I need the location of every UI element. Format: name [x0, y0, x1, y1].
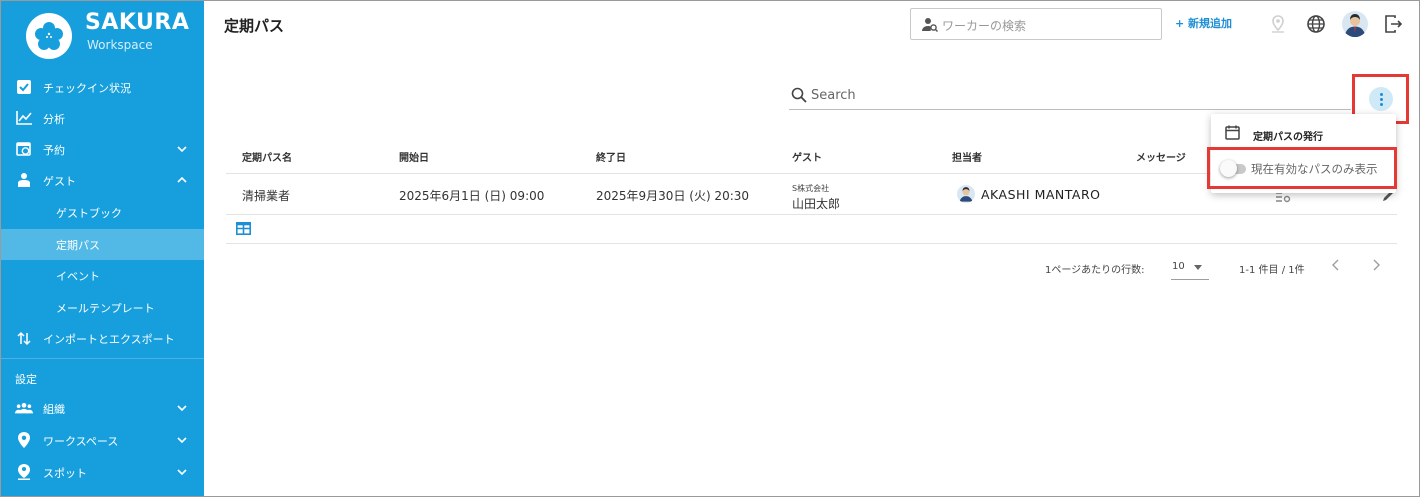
globe-icon[interactable] — [1305, 13, 1327, 35]
sidebar-item-spot[interactable]: スポット — [1, 457, 204, 488]
menu-item-label: 定期パスの発行 — [1253, 132, 1323, 143]
add-new-button[interactable]: + 新規追加 — [1175, 15, 1232, 31]
worker-search-placeholder: ワーカーの検索 — [942, 19, 1027, 33]
search-input[interactable]: Search — [789, 86, 1351, 110]
sidebar-item-label: 組織 — [43, 402, 65, 416]
column-header-start[interactable]: 開始日 — [399, 149, 429, 164]
sidebar-item-label: 分析 — [43, 112, 65, 126]
sidebar-item-organization[interactable]: 組織 — [1, 393, 204, 424]
brand-sub: Workspace — [87, 38, 153, 52]
chevron-down-icon — [177, 146, 187, 153]
sidebar-item-label: チェックイン状況 — [43, 81, 131, 95]
column-header-guest[interactable]: ゲスト — [792, 149, 822, 164]
sidebar-item-analytics[interactable]: 分析 — [1, 103, 204, 134]
menu-item-label: 現在有効なパスのみ表示 — [1251, 162, 1378, 176]
sidebar-item-checkin[interactable]: チェックイン状況 — [1, 72, 204, 103]
sidebar-item-label: 予約 — [43, 143, 65, 157]
dot — [1380, 93, 1383, 96]
column-header-message[interactable]: メッセージ — [1136, 149, 1186, 164]
sidebar-item-label: メールテンプレート — [56, 301, 155, 315]
toggle-knob — [1220, 160, 1237, 177]
guest-icon — [15, 171, 33, 189]
sidebar-item-events[interactable]: イベント — [1, 260, 204, 291]
column-header-staff[interactable]: 担当者 — [952, 149, 982, 164]
column-header-name[interactable]: 定期パス名 — [242, 149, 292, 164]
prev-page-button[interactable] — [1331, 259, 1341, 275]
person-search-icon — [922, 18, 938, 33]
sidebar-divider — [1, 358, 204, 359]
user-avatar[interactable] — [1342, 11, 1368, 37]
chevron-down-icon — [177, 437, 187, 444]
chevron-left-icon — [1332, 259, 1339, 271]
chevron-down-icon — [177, 405, 187, 412]
chart-line-icon — [15, 109, 33, 127]
cell-start-date: 2025年6月1日 (日) 09:00 — [399, 189, 545, 203]
dot — [1380, 103, 1383, 106]
cell-pass-name: 清掃業者 — [242, 189, 291, 203]
cell-guest-company: S株式会社 — [792, 184, 830, 193]
worker-search-input[interactable]: ワーカーの検索 — [910, 8, 1162, 40]
checkbox-icon — [15, 78, 33, 96]
page-range: 1-1 件目 / 1件 — [1239, 265, 1305, 276]
more-options-button[interactable] — [1369, 87, 1393, 111]
sidebar-item-guestbook[interactable]: ゲストブック — [1, 197, 204, 228]
brand[interactable]: SAKURA Workspace — [1, 1, 204, 63]
sidebar-item-workspace[interactable]: ワークスペース — [1, 425, 204, 456]
sidebar-item-mail-template[interactable]: メールテンプレート — [1, 292, 204, 323]
chevron-up-icon — [177, 176, 187, 183]
cell-staff-name: AKASHI MANTARO — [981, 187, 1101, 202]
dropdown-arrow-icon — [1194, 265, 1202, 270]
table-grid-icon[interactable] — [236, 222, 251, 235]
sidebar: SAKURA Workspace チェックイン状況 分析 予約 ゲスト ゲストブ… — [1, 1, 204, 496]
sidebar-item-import-export[interactable]: インポートとエクスポート — [1, 323, 204, 354]
logout-icon[interactable] — [1382, 13, 1404, 35]
calendar-icon — [1225, 125, 1240, 140]
search-icon — [791, 87, 807, 103]
calendar-clock-icon — [15, 140, 33, 158]
app-window: SAKURA Workspace チェックイン状況 分析 予約 ゲスト ゲストブ… — [0, 0, 1420, 497]
group-icon — [15, 399, 33, 417]
row-divider — [226, 214, 1397, 215]
search-placeholder: Search — [811, 88, 856, 103]
dot — [1380, 98, 1383, 101]
location-pin-icon — [15, 431, 33, 449]
rows-per-page-label: 1ページあたりの行数: — [1045, 265, 1145, 276]
row-divider — [226, 243, 1397, 244]
settings-section-label: 設定 — [15, 373, 37, 386]
sakura-logo-icon — [35, 22, 63, 50]
menu-item-issue-pass[interactable]: 定期パスの発行 — [1211, 114, 1396, 150]
sidebar-item-label: ゲストブック — [56, 206, 122, 220]
menu-item-active-only[interactable]: 現在有効なパスのみ表示 — [1207, 147, 1397, 189]
column-header-end[interactable]: 終了日 — [596, 149, 626, 164]
next-page-button[interactable] — [1371, 259, 1381, 275]
chevron-right-icon — [1373, 259, 1380, 271]
sidebar-item-label: ワークスペース — [43, 434, 119, 448]
person-pin-icon — [15, 463, 33, 481]
page-title: 定期パス — [224, 17, 285, 35]
sidebar-item-guest[interactable]: ゲスト — [1, 165, 204, 196]
sidebar-item-label: スポット — [43, 466, 87, 480]
staff-avatar — [957, 185, 975, 203]
sidebar-item-label: ゲスト — [43, 174, 76, 188]
cell-end-date: 2025年9月30日 (火) 20:30 — [596, 189, 750, 203]
import-export-icon — [15, 329, 33, 347]
sidebar-item-label: イベント — [56, 269, 100, 283]
chevron-down-icon — [177, 469, 187, 476]
rows-per-page-select[interactable]: 10 — [1171, 254, 1209, 280]
sidebar-item-label: 定期パス — [56, 238, 100, 252]
brand-name: SAKURA — [85, 10, 190, 35]
sidebar-item-reservation[interactable]: 予約 — [1, 134, 204, 165]
sidebar-item-regular-pass[interactable]: 定期パス — [1, 229, 204, 260]
sidebar-item-label: インポートとエクスポート — [43, 332, 175, 346]
cell-guest-name: 山田太郎 — [792, 197, 841, 211]
location-off-icon[interactable] — [1267, 13, 1289, 35]
rows-per-page-value: 10 — [1172, 261, 1185, 272]
